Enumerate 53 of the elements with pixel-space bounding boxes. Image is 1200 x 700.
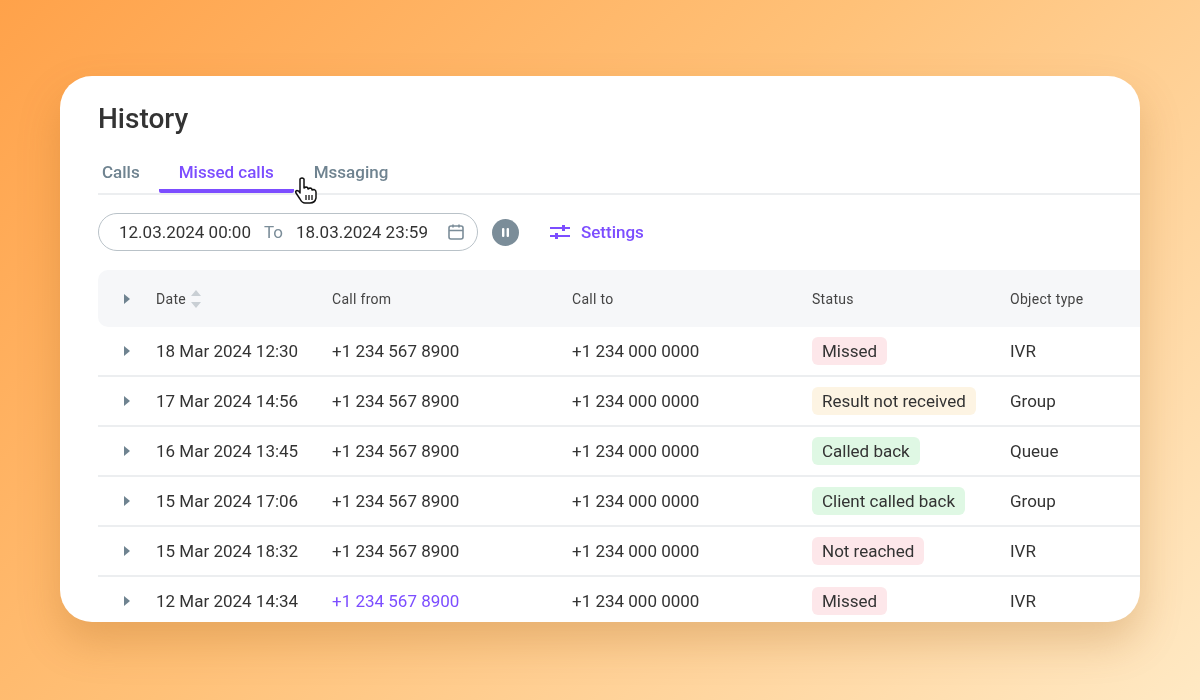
column-header: Status	[812, 290, 854, 307]
status-badge: Called back	[812, 437, 920, 465]
status-badge: Missed	[812, 337, 888, 365]
expand-icon[interactable]	[123, 596, 131, 606]
table-cell: +1 234 000 0000	[572, 341, 700, 361]
status-badge: Not reached	[812, 537, 925, 565]
table-cell: 15 Mar 2024 17:06	[156, 491, 299, 511]
column-header: Call to	[572, 290, 614, 307]
expand-icon[interactable]	[123, 546, 131, 556]
table-cell: +1 234 000 0000	[572, 591, 700, 611]
column-header: Call from	[332, 290, 392, 307]
expand-icon[interactable]	[123, 496, 131, 506]
table-cell: Group	[1010, 391, 1056, 411]
table-cell: IVR	[1010, 541, 1036, 561]
table-cell: +1 234 000 0000	[572, 441, 700, 461]
table-cell: Queue	[1010, 441, 1059, 461]
table-cell: 12 Mar 2024 14:34	[156, 591, 299, 611]
status-badge: Missed	[812, 587, 888, 615]
tab[interactable]: Calls	[98, 149, 159, 193]
table-cell: +1 234 000 0000	[572, 541, 700, 561]
phone-link[interactable]: +1 234 567 8900	[332, 491, 460, 511]
phone-link[interactable]: +1 234 567 8900	[332, 541, 460, 561]
table-cell: 16 Mar 2024 13:45	[156, 441, 299, 461]
pause-button[interactable]	[491, 218, 519, 246]
expand-icon[interactable]	[123, 396, 131, 406]
range-separator: To	[263, 222, 283, 242]
table-cell: +1 234 000 0000	[572, 391, 700, 411]
tab[interactable]: Missed calls	[158, 149, 294, 193]
table-cell: +1 234 000 0000	[572, 491, 700, 511]
status-badge: Client called back	[812, 487, 966, 515]
column-header: Object type	[1010, 290, 1084, 307]
start-date: 12.03.2024 00:00	[119, 222, 251, 242]
phone-link[interactable]: +1 234 567 8900	[332, 591, 460, 611]
sliders-icon	[548, 224, 571, 240]
page-title: History	[98, 102, 190, 135]
settings-button[interactable]: Settings	[542, 218, 650, 246]
expand-icon[interactable]	[123, 293, 131, 304]
end-date: 18.03.2024 23:59	[296, 222, 428, 242]
table-cell: IVR	[1010, 591, 1036, 611]
tab[interactable]: Mssaging	[293, 149, 409, 193]
column-header: Date	[156, 290, 186, 307]
phone-link[interactable]: +1 234 567 8900	[332, 391, 460, 411]
phone-link[interactable]: +1 234 567 8900	[332, 341, 460, 361]
table-cell: IVR	[1010, 341, 1036, 361]
table-cell: 15 Mar 2024 18:32	[156, 541, 299, 561]
calendar-icon[interactable]	[446, 223, 465, 241]
table-cell: Group	[1010, 491, 1056, 511]
status-badge: Result not received	[812, 387, 976, 415]
phone-link[interactable]: +1 234 567 8900	[332, 441, 460, 461]
table-cell: 17 Mar 2024 14:56	[156, 391, 299, 411]
expand-icon[interactable]	[123, 446, 131, 456]
expand-icon[interactable]	[123, 346, 131, 356]
table-cell: 18 Mar 2024 12:30	[156, 341, 299, 361]
